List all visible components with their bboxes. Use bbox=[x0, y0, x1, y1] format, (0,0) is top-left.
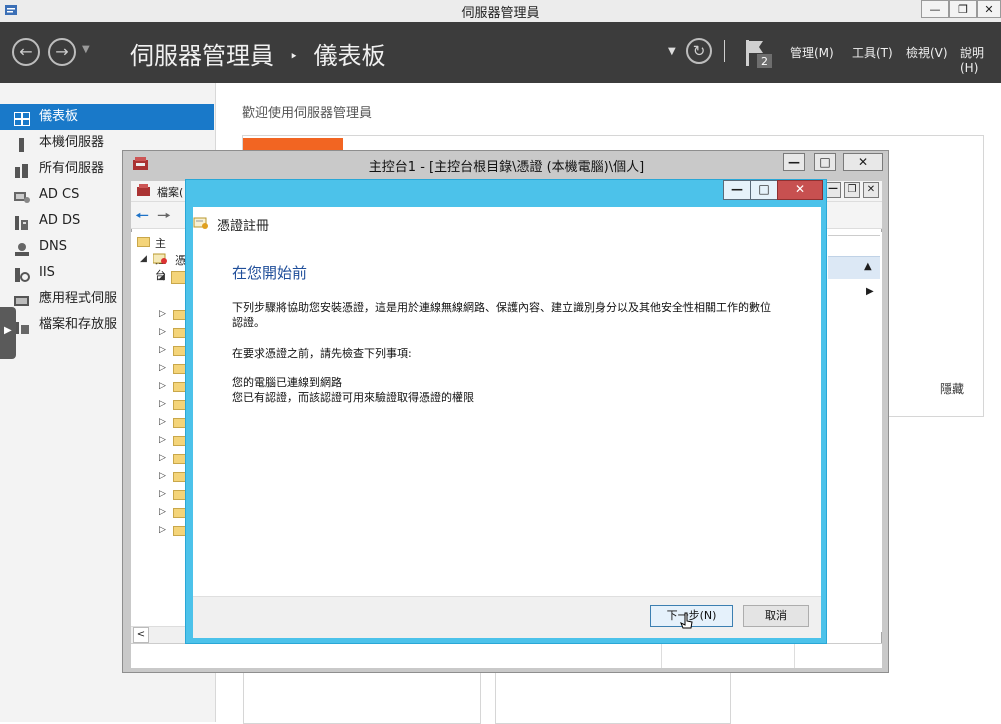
expand-icon[interactable]: ▷ bbox=[159, 417, 166, 427]
back-button[interactable]: ← bbox=[12, 38, 40, 66]
sidebar-item-label: 本機伺服器 bbox=[39, 135, 105, 150]
expand-icon[interactable]: ▷ bbox=[159, 453, 166, 463]
window-title: 伺服器管理員 bbox=[461, 6, 540, 21]
menu-manage[interactable]: 管理(M) bbox=[790, 44, 834, 61]
servers-icon bbox=[14, 162, 30, 178]
expand-icon[interactable]: ▷ bbox=[159, 507, 166, 517]
wizard-check-intro: 在要求憑證之前，請先檢查下列事項: bbox=[232, 347, 412, 360]
certificate-snapin-icon bbox=[152, 252, 167, 265]
back-arrow-icon[interactable]: 🠔 bbox=[135, 205, 149, 232]
wizard-caption bbox=[193, 207, 821, 240]
menu-help[interactable]: 說明(H) bbox=[960, 44, 1001, 75]
expand-icon[interactable]: ▷ bbox=[159, 471, 166, 481]
refresh-icon[interactable]: ↻ bbox=[686, 38, 712, 64]
restore-button[interactable]: ❐ bbox=[949, 0, 977, 18]
sidebar-item-label: IIS bbox=[39, 265, 55, 280]
wizard-intro-text: 下列步驟將協助您安裝憑證，這是用於連線無線網路、保護內容、建立識別身分以及其他安… bbox=[232, 301, 771, 329]
console-doc-icon bbox=[137, 184, 151, 197]
wizard-close-button[interactable]: ✕ bbox=[777, 180, 823, 200]
file-storage-icon bbox=[14, 318, 30, 334]
wizard-check-item: 您的電腦已連線到網路 bbox=[232, 376, 342, 389]
header-divider bbox=[724, 40, 725, 62]
sidebar-item-label: 檔案和存放服 bbox=[39, 317, 118, 332]
collapse-up-icon[interactable]: ▲ bbox=[864, 261, 872, 272]
welcome-heading: 歡迎使用伺服器管理員 bbox=[242, 106, 373, 121]
iis-icon bbox=[14, 266, 30, 282]
tree-hscroll[interactable]: < bbox=[131, 626, 186, 643]
more-actions-icon[interactable]: ▶ bbox=[866, 286, 874, 297]
refresh-dropdown-icon[interactable]: ▼ bbox=[668, 46, 676, 57]
sidebar-item-label: 所有伺服器 bbox=[39, 161, 105, 176]
expand-icon[interactable]: ▷ bbox=[159, 435, 166, 445]
folder-icon bbox=[137, 237, 150, 247]
menu-tools[interactable]: 工具(T) bbox=[852, 44, 893, 61]
sidebar-collapse-handle[interactable]: ▶ bbox=[0, 307, 16, 359]
breadcrumb-current: 儀表板 bbox=[313, 42, 386, 70]
cancel-button[interactable]: 取消 bbox=[743, 605, 809, 627]
server-manager-header: ← → ▼ 伺服器管理員 ‣ 儀表板 ▼ ↻ 2 管理(M) 工具(T) 檢視(… bbox=[0, 22, 1001, 83]
breadcrumb-root[interactable]: 伺服器管理員 bbox=[130, 42, 274, 70]
expand-icon[interactable]: ▷ bbox=[159, 363, 166, 373]
collapse-icon[interactable]: ◢ bbox=[158, 272, 165, 282]
ad-ds-icon bbox=[14, 214, 30, 230]
forward-button[interactable]: → bbox=[48, 38, 76, 66]
notification-count: 2 bbox=[761, 55, 768, 68]
status-divider bbox=[661, 644, 662, 668]
wizard-minimize-button[interactable]: — bbox=[723, 180, 751, 200]
notification-flag-icon[interactable] bbox=[745, 38, 773, 68]
dashboard-icon bbox=[14, 110, 30, 126]
sidebar-item-label: DNS bbox=[39, 239, 67, 254]
expand-icon[interactable]: ▷ bbox=[159, 399, 166, 409]
status-divider bbox=[794, 644, 795, 668]
sidebar-item-label: 應用程式伺服 bbox=[39, 291, 118, 306]
minimize-button[interactable]: — bbox=[921, 0, 949, 18]
console-title: 主控台1 - [主控台根目錄\憑證 (本機電腦)\個人] bbox=[368, 160, 645, 175]
console-tree: 主控台 ◢ 憑 ◢ ▷▷▷▷▷▷▷▷▷▷▷▷▷ bbox=[131, 232, 186, 642]
console-status-bar bbox=[131, 643, 882, 668]
child-restore-button[interactable]: ❐ bbox=[844, 182, 860, 198]
console-close-button[interactable]: ✕ bbox=[843, 153, 883, 171]
child-minimize-button[interactable]: — bbox=[825, 182, 841, 198]
expand-icon[interactable]: ▷ bbox=[159, 345, 166, 355]
expand-icon[interactable]: ▷ bbox=[159, 525, 166, 535]
ad-cs-icon bbox=[14, 188, 30, 203]
dns-icon bbox=[14, 240, 30, 256]
folder-open-icon bbox=[171, 271, 186, 284]
mouse-cursor-icon bbox=[679, 612, 695, 634]
breadcrumb: 伺服器管理員 ‣ 儀表板 bbox=[130, 36, 386, 71]
console-maximize-button[interactable]: □ bbox=[814, 153, 836, 171]
sidebar-item-label: AD CS bbox=[39, 187, 80, 202]
history-dropdown-icon[interactable]: ▼ bbox=[82, 44, 90, 55]
wizard-check-item: 您已有認證，而該認證可用來驗證取得憑證的權限 bbox=[232, 391, 474, 404]
app-server-icon bbox=[14, 292, 30, 306]
actions-divider bbox=[828, 235, 880, 236]
scroll-left-icon[interactable]: < bbox=[133, 627, 149, 643]
chevron-right-icon: ▶ bbox=[4, 325, 12, 336]
server-manager-titlebar: 伺服器管理員 — ❐ ✕ bbox=[0, 0, 1001, 23]
close-button[interactable]: ✕ bbox=[977, 0, 1001, 18]
forward-arrow-icon[interactable]: 🠖 bbox=[157, 205, 171, 232]
sidebar-item-label: 儀表板 bbox=[39, 109, 79, 124]
expand-icon[interactable]: ▷ bbox=[159, 381, 166, 391]
console-menu-file[interactable]: 檔案( bbox=[157, 184, 183, 200]
wizard-title: 憑證註冊 bbox=[217, 219, 270, 234]
sidebar-item-label: AD DS bbox=[39, 213, 81, 228]
breadcrumb-separator: ‣ bbox=[289, 49, 298, 65]
collapse-icon[interactable]: ◢ bbox=[140, 254, 147, 264]
certificate-icon bbox=[193, 216, 209, 230]
wizard-maximize-button[interactable]: □ bbox=[750, 180, 778, 200]
expand-icon[interactable]: ▷ bbox=[159, 327, 166, 337]
sidebar-item-dashboard[interactable]: 儀表板 bbox=[0, 104, 214, 130]
menu-view[interactable]: 檢視(V) bbox=[906, 44, 948, 61]
wizard-heading: 在您開始前 bbox=[232, 264, 308, 282]
console-minimize-button[interactable]: — bbox=[783, 153, 805, 171]
actions-section-header[interactable]: ▲ bbox=[828, 256, 880, 279]
expand-icon[interactable]: ▷ bbox=[159, 309, 166, 319]
hide-link[interactable]: 隱藏 bbox=[940, 380, 964, 397]
server-icon bbox=[14, 136, 30, 152]
child-close-button[interactable]: ✕ bbox=[863, 182, 879, 198]
expand-icon[interactable]: ▷ bbox=[159, 489, 166, 499]
